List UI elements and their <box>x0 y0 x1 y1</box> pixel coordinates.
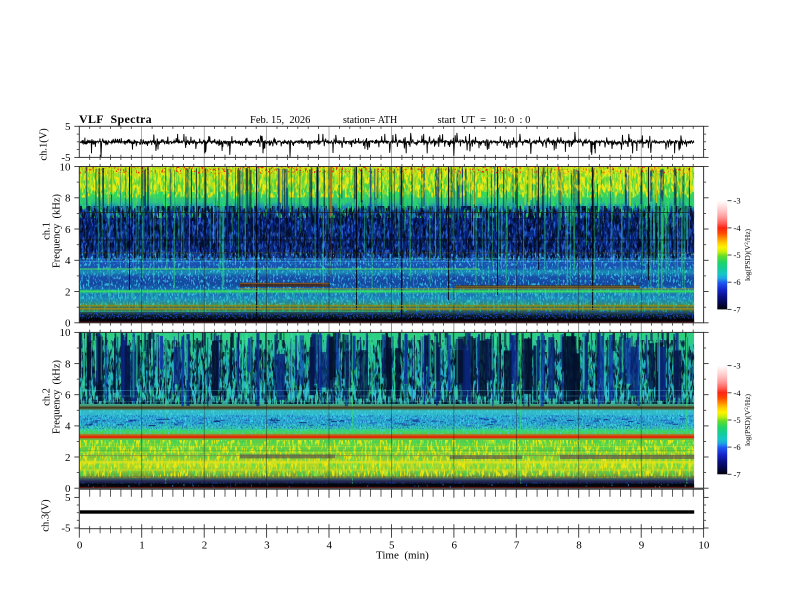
svg-text:8: 8 <box>576 539 582 551</box>
svg-text:log(PSD)(V2/Hz): log(PSD)(V2/Hz) <box>743 228 752 281</box>
svg-text:10: 10 <box>60 327 72 339</box>
svg-text:station= ATH: station= ATH <box>343 115 397 126</box>
svg-text:Time (min): Time (min) <box>376 550 429 562</box>
svg-text:4: 4 <box>65 255 71 267</box>
svg-text:1: 1 <box>139 539 145 551</box>
svg-text:VLF Spectra: VLF Spectra <box>79 112 152 126</box>
svg-text:ch.1(V): ch.1(V) <box>39 128 50 161</box>
svg-text:-7: -7 <box>734 469 741 479</box>
svg-text:8: 8 <box>65 193 71 205</box>
svg-text:Frequency (kHz): Frequency (kHz) <box>52 359 63 434</box>
svg-text:start UT =: start UT = <box>438 115 487 126</box>
svg-text:ch.3(V): ch.3(V) <box>41 499 52 532</box>
svg-text:2: 2 <box>65 286 71 298</box>
svg-text:Feb. 15, 2026: Feb. 15, 2026 <box>250 115 310 126</box>
svg-text:9: 9 <box>639 539 645 551</box>
svg-text:7: 7 <box>514 539 520 551</box>
svg-text:4: 4 <box>327 539 333 551</box>
svg-text:-4: -4 <box>734 223 742 233</box>
svg-text:-7: -7 <box>734 304 741 314</box>
svg-text:-5: -5 <box>61 523 71 535</box>
svg-text:4: 4 <box>65 421 71 433</box>
svg-text:5: 5 <box>65 121 71 133</box>
svg-text:2: 2 <box>65 452 71 464</box>
svg-text:-3: -3 <box>734 196 741 206</box>
svg-text:10: 0 : 0: 10: 0 : 0 <box>493 115 530 126</box>
svg-text:5: 5 <box>65 492 71 504</box>
svg-text:6: 6 <box>451 539 457 551</box>
svg-text:10: 10 <box>60 161 72 173</box>
svg-text:-5: -5 <box>734 250 741 260</box>
svg-text:-6: -6 <box>734 277 741 287</box>
svg-text:6: 6 <box>65 224 71 236</box>
svg-text:6: 6 <box>65 390 71 402</box>
svg-text:Frequency (kHz): Frequency (kHz) <box>52 193 63 268</box>
svg-text:3: 3 <box>264 539 270 551</box>
svg-text:2: 2 <box>202 539 208 551</box>
svg-text:log(PSD)(V2/Hz): log(PSD)(V2/Hz) <box>743 393 752 446</box>
svg-text:-3: -3 <box>734 361 741 371</box>
svg-text:0: 0 <box>77 539 83 551</box>
svg-text:-4: -4 <box>734 388 742 398</box>
svg-text:-6: -6 <box>734 442 741 452</box>
svg-text:10: 10 <box>698 539 710 551</box>
svg-text:8: 8 <box>65 358 71 370</box>
svg-text:-5: -5 <box>734 415 741 425</box>
